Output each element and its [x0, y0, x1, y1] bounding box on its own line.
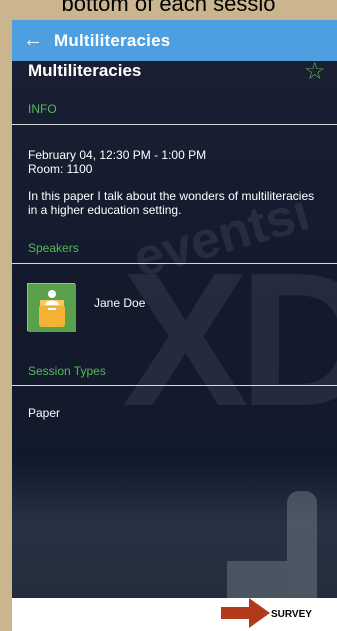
speaker-avatar-graphic	[28, 284, 76, 332]
session-type-item: Paper	[28, 406, 61, 420]
speaker-avatar-icon[interactable]	[27, 283, 76, 332]
phone-screen: ← Multiliteracies XD eventsi Multilitera…	[12, 20, 337, 631]
back-arrow-icon[interactable]: ←	[12, 29, 54, 52]
page-top-text: bottom of each sessio	[61, 0, 276, 16]
background-podium	[227, 561, 287, 598]
session-date-time: February 04, 12:30 PM - 1:00 PM	[28, 148, 207, 162]
session-types-section-label: Session Types	[28, 364, 106, 378]
speaker-name[interactable]: Jane Doe	[94, 296, 145, 310]
info-divider	[12, 124, 337, 125]
speakers-divider	[12, 263, 337, 264]
session-title: Multiliteracies	[28, 61, 142, 80]
app-bar: ← Multiliteracies	[12, 20, 337, 61]
session-description: In this paper I talk about the wonders o…	[28, 189, 315, 217]
speakers-section-label: Speakers	[28, 241, 79, 255]
star-icon[interactable]: ☆	[304, 57, 326, 86]
session-room: Room: 1100	[28, 162, 93, 176]
survey-button[interactable]: SURVEY	[271, 609, 312, 620]
background-speaker	[287, 491, 317, 598]
info-section-label: INFO	[28, 102, 57, 116]
app-bar-title: Multiliteracies	[54, 30, 171, 50]
session-types-divider	[12, 385, 337, 386]
right-arrow-icon	[221, 598, 270, 628]
